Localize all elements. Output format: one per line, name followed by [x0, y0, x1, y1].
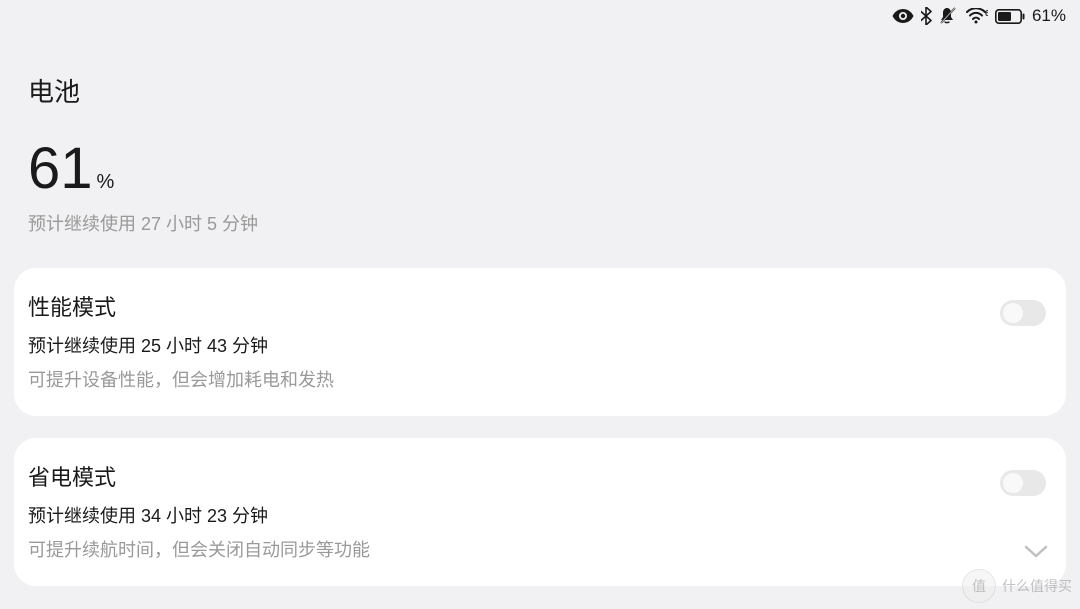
performance-mode-description: 可提升设备性能，但会增加耗电和发热: [28, 366, 1048, 392]
bluetooth-icon: [921, 7, 932, 25]
eye-icon: [892, 9, 914, 23]
battery-display: 61 % 预计继续使用 27 小时 5 分钟: [28, 140, 258, 236]
power-saving-mode-title: 省电模式: [28, 460, 1048, 492]
page-title: 电池: [28, 72, 80, 109]
performance-mode-card[interactable]: 性能模式 预计继续使用 25 小时 43 分钟 可提升设备性能，但会增加耗电和发…: [14, 268, 1066, 416]
battery-estimate-text: 预计继续使用 27 小时 5 分钟: [28, 210, 258, 236]
vibrate-silent-icon: [939, 7, 959, 25]
power-saving-mode-description: 可提升续航时间，但会关闭自动同步等功能: [28, 536, 1048, 562]
status-bar: 6 61%: [892, 6, 1066, 26]
watermark: 值 什么值得买: [962, 569, 1072, 603]
watermark-logo: 值: [962, 569, 996, 603]
chevron-down-icon[interactable]: [1024, 545, 1048, 564]
power-saving-mode-card[interactable]: 省电模式 预计继续使用 34 小时 23 分钟 可提升续航时间，但会关闭自动同步…: [14, 438, 1066, 586]
battery-percent-text: 61%: [1032, 6, 1066, 26]
battery-percent-symbol: %: [97, 171, 115, 198]
watermark-text: 什么值得买: [1002, 576, 1072, 596]
power-saving-mode-toggle[interactable]: [1000, 470, 1046, 496]
battery-icon: [995, 9, 1025, 24]
power-saving-mode-estimate: 预计继续使用 34 小时 23 分钟: [28, 502, 1048, 528]
svg-text:6: 6: [985, 9, 988, 18]
performance-mode-title: 性能模式: [28, 290, 1048, 322]
performance-mode-estimate: 预计继续使用 25 小时 43 分钟: [28, 332, 1048, 358]
wifi-icon: 6: [966, 8, 988, 24]
battery-percent-number: 61: [28, 140, 93, 198]
performance-mode-toggle[interactable]: [1000, 300, 1046, 326]
